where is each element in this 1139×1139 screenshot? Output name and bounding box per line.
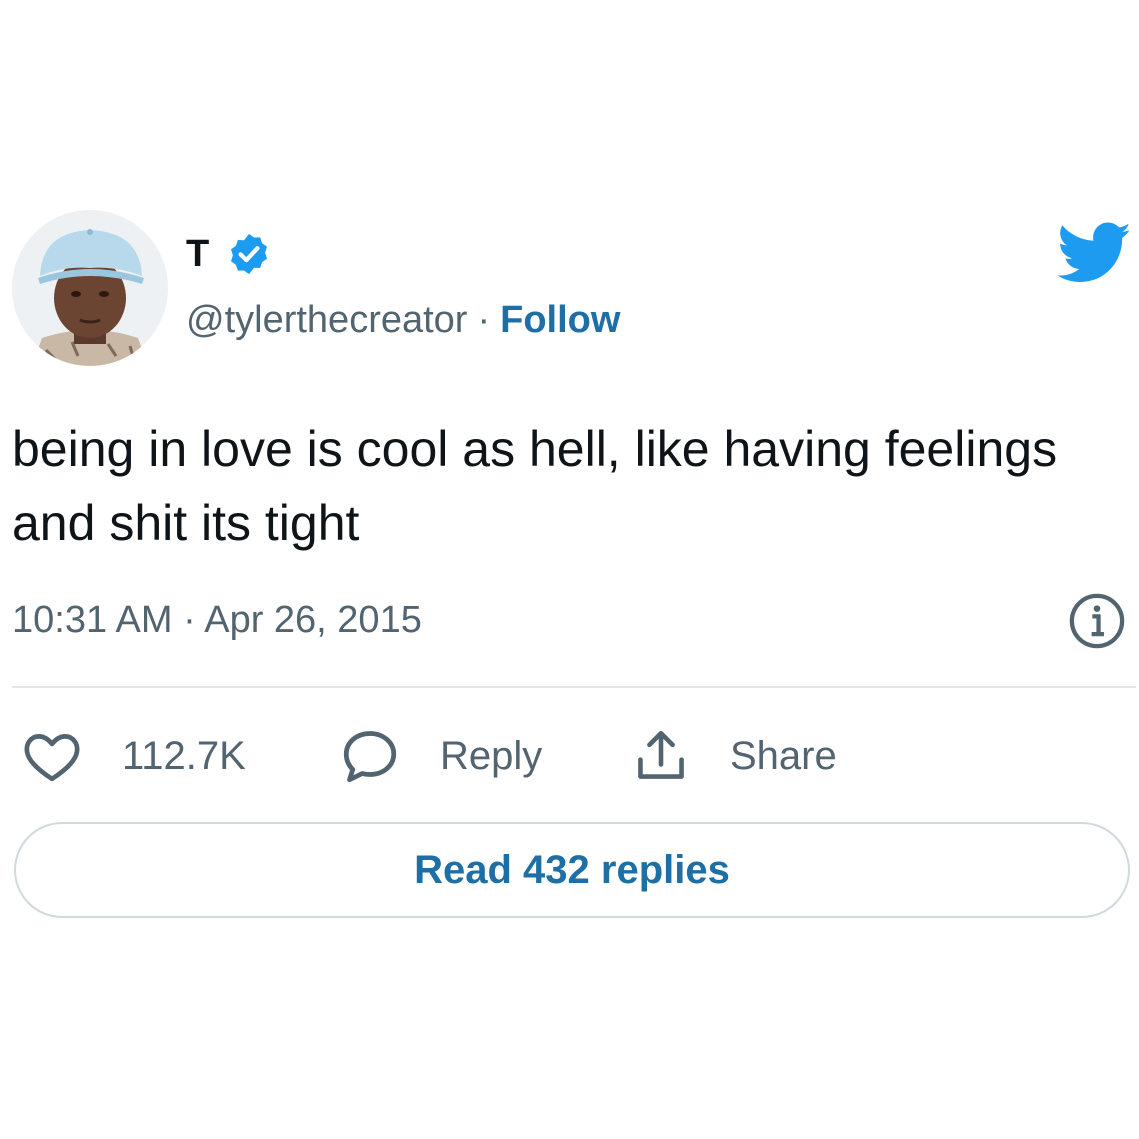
read-replies-label: Read 432 replies [414,847,730,892]
heart-icon [24,734,80,782]
reply-button[interactable]: Reply [340,726,542,786]
follow-button[interactable]: Follow [500,299,620,341]
reply-label: Reply [440,734,543,778]
handle-row: @tylerthecreator · Follow [186,296,620,344]
verified-badge-icon [230,233,268,275]
divider [12,686,1136,688]
share-button[interactable]: Share [632,726,837,786]
display-name[interactable]: T [186,232,209,276]
author-handle[interactable]: @tylerthecreator [186,299,467,341]
tweet-timestamp[interactable]: 10:31 AM · Apr 26, 2015 [12,596,422,644]
avatar-image [12,210,168,366]
tweet-text: being in love is cool as hell, like havi… [12,421,1058,551]
share-icon [638,730,684,779]
avatar[interactable] [12,210,168,366]
like-count: 112.7K [122,734,246,778]
read-replies-button[interactable]: Read 432 replies [14,822,1130,918]
twitter-bird-icon[interactable] [1058,222,1132,284]
share-label: Share [730,734,837,778]
speech-bubble-icon [343,731,397,783]
info-icon[interactable] [1068,592,1126,650]
separator-dot: · [477,299,491,341]
tweet-card: T @tylerthecreator · Follow being in love … [0,0,1139,1139]
like-button[interactable]: 112.7K [22,726,246,786]
